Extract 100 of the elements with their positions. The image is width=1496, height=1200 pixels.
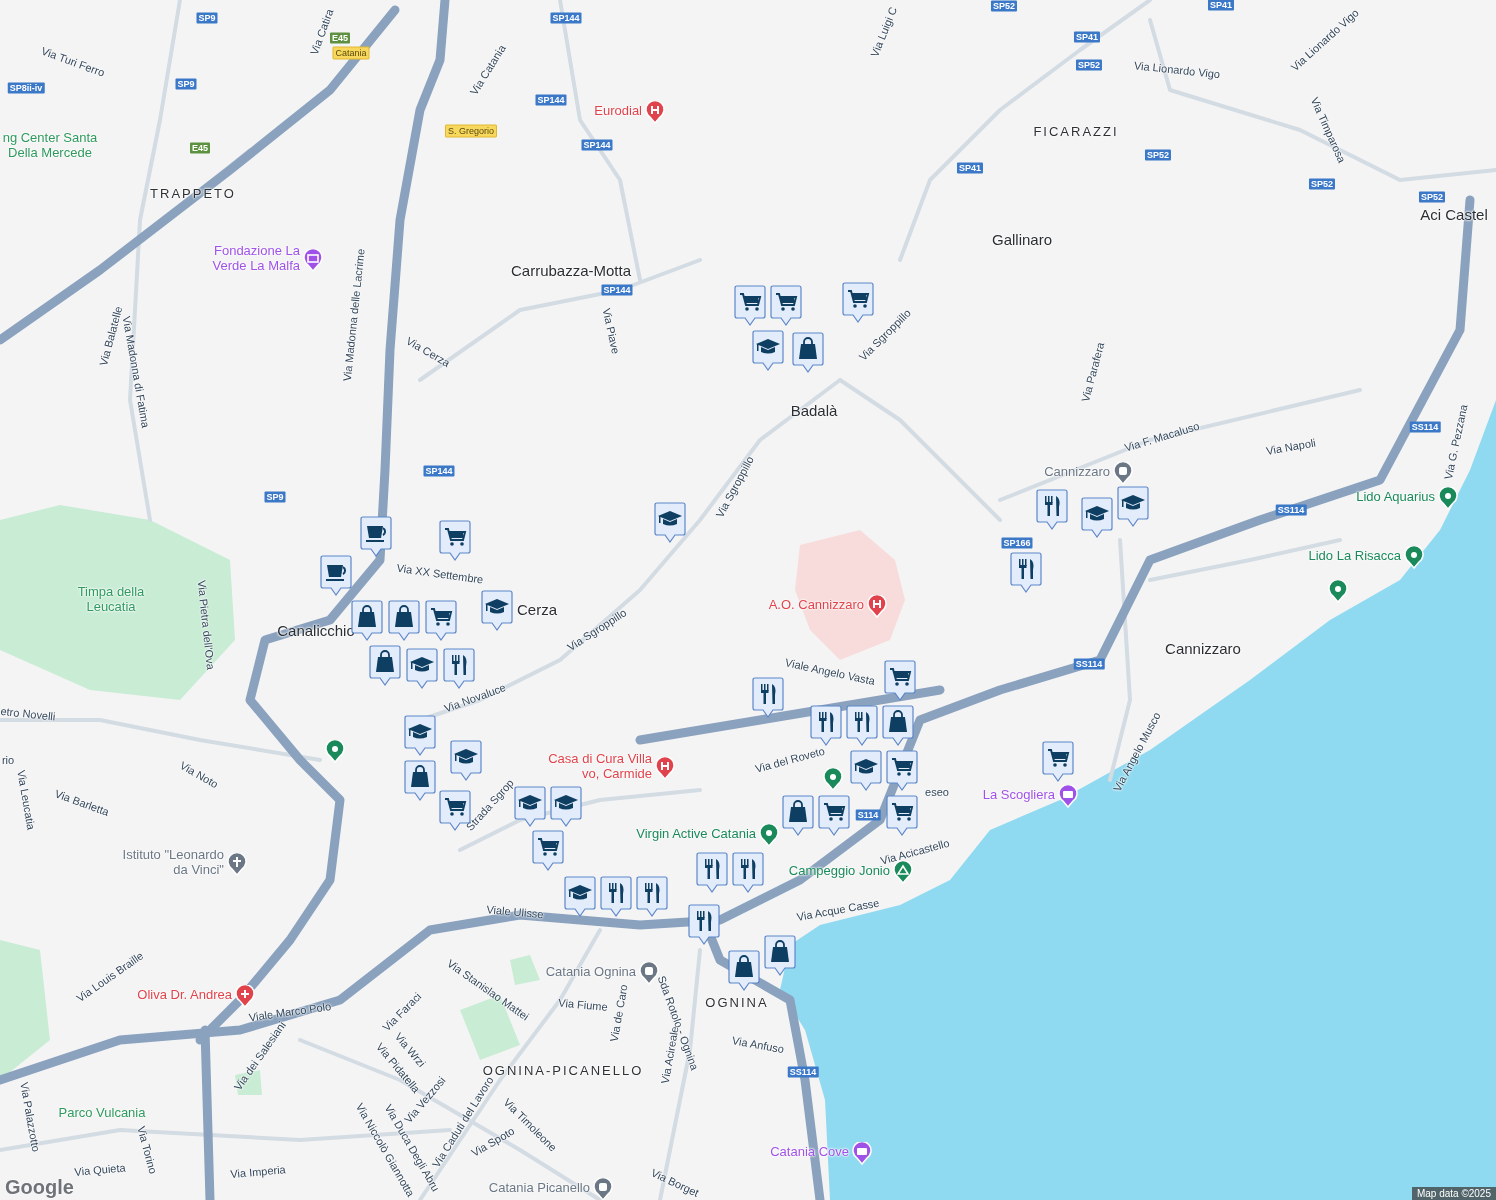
cross-icon[interactable] <box>227 853 247 877</box>
fork-and-knife-marker-icon[interactable] <box>751 677 785 719</box>
route-shield: SS114 <box>1409 421 1441 433</box>
graduation-cap-marker-icon[interactable] <box>480 590 514 632</box>
place-label[interactable]: Istituto "Leonardo da Vinci" <box>122 848 224 878</box>
district-label: OGNINA <box>705 995 769 1011</box>
fork-and-knife-marker-icon[interactable] <box>809 705 843 747</box>
shopping-cart-marker-icon[interactable] <box>769 285 803 327</box>
place-label[interactable]: Eurodial <box>594 103 642 119</box>
graduation-cap-marker-icon[interactable] <box>549 786 583 828</box>
hospital-icon[interactable] <box>645 101 665 125</box>
street-label: Via Leucatia <box>14 769 38 831</box>
fork-and-knife-marker-icon[interactable] <box>1009 552 1043 594</box>
place-label[interactable]: Casa di Cura Villa vo, Carmide <box>548 752 652 782</box>
place-label[interactable]: A.O. Cannizzaro <box>768 597 864 613</box>
place-pin-icon[interactable] <box>1328 580 1348 604</box>
graduation-cap-marker-icon[interactable] <box>403 715 437 757</box>
place-label[interactable]: Virgin Active Catania <box>636 826 756 842</box>
graduation-cap-marker-icon[interactable] <box>405 648 439 690</box>
graduation-cap-marker-icon[interactable] <box>449 740 483 782</box>
place-label[interactable]: La Scogliera <box>982 787 1055 803</box>
place-label: Cannizzaro <box>1165 640 1241 658</box>
route-shield: SP52 <box>1309 178 1335 190</box>
place-pin-icon[interactable] <box>1404 546 1424 570</box>
street-label: Via Lionardo Vigo <box>1133 59 1221 81</box>
district-label: OGNINA-PICANELLO <box>482 1063 644 1078</box>
street-label: Via Noto <box>177 759 221 791</box>
route-shield: SP166 <box>1001 537 1033 549</box>
route-shield: SP41 <box>1074 31 1100 43</box>
hospital-icon[interactable] <box>867 595 887 619</box>
hospital-icon[interactable] <box>655 757 675 781</box>
medical-cross-icon[interactable] <box>235 985 255 1009</box>
route-shield: SP144 <box>535 94 567 106</box>
route-shield: Catania <box>332 46 370 60</box>
graduation-cap-marker-icon[interactable] <box>653 502 687 544</box>
street-label: Via Madonna di Fatima <box>120 315 153 429</box>
place-pin-icon[interactable] <box>1438 487 1458 511</box>
place-pin-icon[interactable] <box>759 824 779 848</box>
place-label[interactable]: Cannizzaro <box>1044 464 1110 480</box>
place-label: Aci Castel <box>1420 206 1488 224</box>
graduation-cap-marker-icon[interactable] <box>563 876 597 918</box>
graduation-cap-marker-icon[interactable] <box>1116 486 1150 528</box>
shopping-bag-marker-icon[interactable] <box>387 600 421 642</box>
shopping-bag-marker-icon[interactable] <box>791 332 825 374</box>
route-shield: SP144 <box>581 139 613 151</box>
place-pin-icon[interactable] <box>325 740 345 764</box>
route-shield: S. Gregorio <box>445 124 497 138</box>
fork-and-knife-marker-icon[interactable] <box>731 852 765 894</box>
shopping-cart-marker-icon[interactable] <box>885 750 919 792</box>
shopping-cart-marker-icon[interactable] <box>424 600 458 642</box>
shopping-bag-marker-icon[interactable] <box>763 935 797 977</box>
fork-and-knife-marker-icon[interactable] <box>635 876 669 918</box>
street-label: rio <box>1 753 15 767</box>
place-label[interactable]: Lido La Risacca <box>1308 548 1401 564</box>
street-label: Via XX Settembre <box>395 561 485 587</box>
shopping-bag-marker-icon[interactable] <box>781 795 815 837</box>
park-label: Timpa della Leucatia <box>77 585 145 615</box>
route-shield: SP41 <box>957 162 983 174</box>
fork-and-knife-marker-icon[interactable] <box>1035 489 1069 531</box>
place-label: Gallinaro <box>992 231 1052 249</box>
fork-and-knife-marker-icon[interactable] <box>695 852 729 894</box>
shopping-bag-marker-icon[interactable] <box>881 705 915 747</box>
route-shield: E45 <box>190 142 210 154</box>
route-shield: SS114 <box>1073 658 1105 670</box>
street-label: Via Torino <box>134 1124 160 1176</box>
graduation-cap-marker-icon[interactable] <box>849 750 883 792</box>
place-label[interactable]: Catania Ognina <box>545 964 636 980</box>
route-shield: SP52 <box>1076 59 1102 71</box>
shopping-bag-marker-icon[interactable] <box>403 760 437 802</box>
place-label[interactable]: Campeggio Jonio <box>788 863 890 879</box>
place-label[interactable]: Oliva Dr. Andrea <box>137 987 232 1003</box>
graduation-cap-marker-icon[interactable] <box>751 330 785 372</box>
shopping-cart-marker-icon[interactable] <box>531 830 565 872</box>
graduation-cap-marker-icon[interactable] <box>513 786 547 828</box>
shopping-cart-marker-icon[interactable] <box>733 285 767 327</box>
shopping-bag-marker-icon[interactable] <box>368 645 402 687</box>
route-shield: SP144 <box>550 12 582 24</box>
street-label: Via G. Pezzana <box>1441 403 1471 481</box>
shopping-cart-marker-icon[interactable] <box>841 282 875 324</box>
place-pin-icon[interactable] <box>823 768 843 792</box>
shopping-cart-marker-icon[interactable] <box>817 795 851 837</box>
coffee-cup-marker-icon[interactable] <box>359 516 393 558</box>
fork-and-knife-marker-icon[interactable] <box>599 876 633 918</box>
place-label: Canalicchio <box>277 622 355 640</box>
graduation-cap-marker-icon[interactable] <box>1080 497 1114 539</box>
street-label: Via Luigi C <box>868 5 900 59</box>
fork-and-knife-marker-icon[interactable] <box>845 705 879 747</box>
shopping-cart-marker-icon[interactable] <box>438 520 472 562</box>
shopping-cart-marker-icon[interactable] <box>1041 741 1075 783</box>
place-label[interactable]: Lido Aquarius <box>1356 489 1435 505</box>
street-label: Via Turi Ferro <box>39 44 107 80</box>
place-label[interactable]: Catania Picanello <box>488 1180 590 1196</box>
google-logo[interactable]: Google <box>5 1176 74 1199</box>
coffee-cup-marker-icon[interactable] <box>319 555 353 597</box>
shopping-cart-marker-icon[interactable] <box>885 795 919 837</box>
shopping-bag-marker-icon[interactable] <box>727 950 761 992</box>
street-label: Via Anfuso <box>731 1034 785 1056</box>
fork-and-knife-marker-icon[interactable] <box>687 904 721 946</box>
park-label: Parco Vulcania <box>58 1105 146 1121</box>
place-label[interactable]: Fondazione La Verde La Malfa <box>212 244 300 274</box>
